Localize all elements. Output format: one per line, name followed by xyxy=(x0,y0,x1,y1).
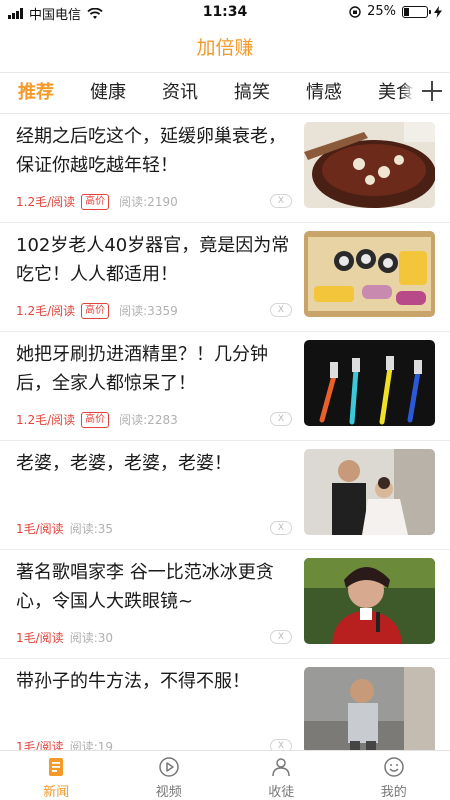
smile-profile-icon xyxy=(383,756,405,778)
dismiss-button[interactable]: X xyxy=(270,739,292,750)
article-meta: 1毛/阅读 阅读:35 xyxy=(16,520,113,537)
article-title[interactable]: 她把牙刷扔进酒精里？！几分钟后，全家人都惊呆了！ xyxy=(16,340,292,398)
nav-item-4[interactable]: 我的 xyxy=(338,751,450,800)
read-count: 阅读:35 xyxy=(69,522,114,536)
news-icon xyxy=(45,756,67,778)
article-thumbnail[interactable] xyxy=(304,122,435,208)
users-icon xyxy=(270,756,292,778)
add-category-icon[interactable] xyxy=(422,81,442,101)
video-play-icon xyxy=(158,756,180,778)
article-item[interactable]: 老婆，老婆，老婆，老婆！ 1毛/阅读 阅读:35 X xyxy=(0,441,450,550)
article-thumbnail[interactable] xyxy=(304,449,435,535)
orientation-lock-icon xyxy=(349,5,361,18)
read-count: 阅读:3359 xyxy=(119,304,178,318)
article-item[interactable]: 经期之后吃这个，延缓卵巢衰老，保证你越吃越年轻！ 1.2毛/阅读 高价 阅读:2190… xyxy=(0,114,450,223)
read-count: 阅读:19 xyxy=(69,740,114,750)
dismiss-button[interactable]: X xyxy=(270,194,292,208)
article-list: 经期之后吃这个，延缓卵巢衰老，保证你越吃越年轻！ 1.2毛/阅读 高价 阅读:2190… xyxy=(0,114,450,750)
bottom-navigation: 新闻 视频 收徒 我的 xyxy=(0,750,450,800)
tab-1[interactable]: 推荐 xyxy=(0,73,72,113)
read-count: 阅读:30 xyxy=(69,631,114,645)
article-item[interactable]: 她把牙刷扔进酒精里？！几分钟后，全家人都惊呆了！ 1.2毛/阅读 高价 阅读:2283… xyxy=(0,332,450,441)
tab-5[interactable]: 情感 xyxy=(288,73,360,113)
high-price-badge: 高价 xyxy=(81,193,110,210)
article-meta: 1毛/阅读 阅读:30 xyxy=(16,629,113,646)
article-thumbnail[interactable] xyxy=(304,667,435,750)
article-item[interactable]: 带孙子的牛方法，不得不服！ 1毛/阅读 阅读:19 X xyxy=(0,659,450,750)
article-thumbnail[interactable] xyxy=(304,231,435,317)
high-price-badge: 高价 xyxy=(81,411,110,428)
article-meta: 1.2毛/阅读 高价 阅读:3359 xyxy=(16,302,178,319)
article-title[interactable]: 经期之后吃这个，延缓卵巢衰老，保证你越吃越年轻！ xyxy=(16,122,292,180)
category-tabs: 推荐 健康 资讯 搞笑 情感 美食 xyxy=(0,72,450,114)
reward-rate: 1毛/阅读 xyxy=(16,740,64,750)
article-meta: 1毛/阅读 阅读:19 xyxy=(16,738,113,750)
reward-rate: 1毛/阅读 xyxy=(16,631,64,645)
reward-rate: 1毛/阅读 xyxy=(16,522,64,536)
article-title[interactable]: 102岁老人40岁器官，竟是因为常吃它！人人都适用！ xyxy=(16,231,292,289)
nav-item-label: 我的 xyxy=(380,785,407,800)
nav-item-label: 新闻 xyxy=(43,785,70,800)
article-title[interactable]: 老婆，老婆，老婆，老婆！ xyxy=(16,449,292,478)
article-thumbnail[interactable] xyxy=(304,340,435,426)
dismiss-button[interactable]: X xyxy=(270,630,292,644)
battery-icon xyxy=(402,5,431,18)
status-right: 25% xyxy=(349,4,442,19)
nav-item-label: 视频 xyxy=(155,785,182,800)
reward-rate: 1.2毛/阅读 xyxy=(16,195,76,209)
charging-bolt-icon xyxy=(434,5,442,18)
tab-track: 推荐 健康 资讯 搞笑 情感 美食 xyxy=(0,73,432,113)
nav-item-3[interactable]: 收徒 xyxy=(225,751,338,800)
read-count: 阅读:2283 xyxy=(119,413,178,427)
nav-item-label: 收徒 xyxy=(268,785,295,800)
status-bar: 中国电信 11:34 25% xyxy=(0,0,450,24)
dismiss-button[interactable]: X xyxy=(270,521,292,535)
battery-percent: 25% xyxy=(367,4,396,19)
high-price-badge: 高价 xyxy=(81,302,110,319)
app-title: 加倍赚 xyxy=(196,37,254,59)
dismiss-button[interactable]: X xyxy=(270,412,292,426)
app-screen: 中国电信 11:34 25% 加倍赚 推荐 健康 资讯 搞笑 情感 美食 经期之后吃这个，… xyxy=(0,0,450,800)
tab-3[interactable]: 资讯 xyxy=(144,73,216,113)
reward-rate: 1.2毛/阅读 xyxy=(16,304,76,318)
tab-4[interactable]: 搞笑 xyxy=(216,73,288,113)
tab-2[interactable]: 健康 xyxy=(72,73,144,113)
dismiss-button[interactable]: X xyxy=(270,303,292,317)
article-thumbnail[interactable] xyxy=(304,558,435,644)
battery-fill xyxy=(404,7,410,16)
nav-item-2[interactable]: 视频 xyxy=(113,751,226,800)
nav-item-1[interactable]: 新闻 xyxy=(0,751,113,800)
article-item[interactable]: 102岁老人40岁器官，竟是因为常吃它！人人都适用！ 1.2毛/阅读 高价 阅读:33… xyxy=(0,223,450,332)
read-count: 阅读:2190 xyxy=(119,195,178,209)
article-title[interactable]: 带孙子的牛方法，不得不服！ xyxy=(16,667,292,696)
article-meta: 1.2毛/阅读 高价 阅读:2190 xyxy=(16,193,178,210)
article-meta: 1.2毛/阅读 高价 阅读:2283 xyxy=(16,411,178,428)
article-item[interactable]: 著名歌唱家李 谷一比范冰冰更贪心，令国人大跌眼镜~ 1毛/阅读 阅读:30 X xyxy=(0,550,450,659)
article-title[interactable]: 著名歌唱家李 谷一比范冰冰更贪心，令国人大跌眼镜~ xyxy=(16,558,292,616)
reward-rate: 1.2毛/阅读 xyxy=(16,413,76,427)
